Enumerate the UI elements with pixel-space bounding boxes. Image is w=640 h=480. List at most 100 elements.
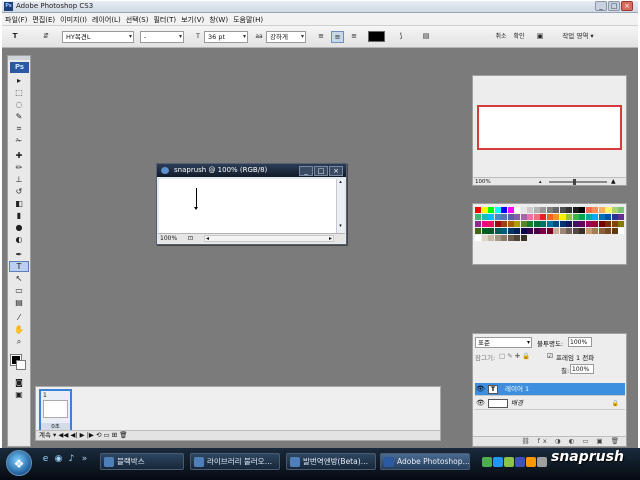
color-swatch[interactable] <box>566 221 572 227</box>
eye-icon[interactable]: 👁 <box>476 397 485 410</box>
color-swatch[interactable] <box>618 228 624 234</box>
color-swatch[interactable] <box>520 228 527 234</box>
color-swatch[interactable] <box>533 214 540 220</box>
layer-name[interactable]: 레이어 1 <box>505 383 529 396</box>
document-zoom-level[interactable]: 100% <box>160 235 177 242</box>
animation-controls[interactable]: 계속 ▾ ◀◀ ◀| ▶ |▶ ⟲ ▭ ⊞ 🗑 <box>36 430 440 440</box>
color-swatch[interactable] <box>520 214 527 220</box>
slice-tool-icon[interactable]: ✁ <box>9 135 29 146</box>
color-swatch[interactable] <box>618 221 624 227</box>
color-swatch[interactable] <box>501 228 507 234</box>
color-swatch[interactable] <box>553 214 559 220</box>
text-orientation-icon[interactable]: ⇵ <box>40 31 52 43</box>
scroll-down-icon[interactable]: ▾ <box>337 223 344 229</box>
color-swatch[interactable] <box>553 221 559 227</box>
color-swatch[interactable] <box>514 214 520 220</box>
color-swatch[interactable] <box>566 228 572 234</box>
more-icon[interactable]: » <box>79 454 90 465</box>
color-swatch[interactable] <box>488 235 494 241</box>
horizontal-scrollbar[interactable]: ◂ ▸ <box>204 235 334 242</box>
workspace-menu-button[interactable]: 작업 영역 ▾ <box>554 31 602 43</box>
notes-tool-icon[interactable]: ▤ <box>9 297 29 308</box>
menu-layer[interactable]: 레이어(L) <box>89 13 123 25</box>
color-swatch[interactable] <box>618 214 624 220</box>
color-swatch[interactable] <box>598 228 605 234</box>
color-swatch[interactable] <box>585 214 592 220</box>
color-swatch[interactable] <box>579 221 585 227</box>
color-swatch[interactable] <box>540 214 546 220</box>
color-swatch[interactable] <box>572 214 579 220</box>
navigator-zoom-value[interactable]: 100% <box>475 179 491 185</box>
music-icon[interactable]: ♪ <box>66 454 77 465</box>
color-swatches[interactable] <box>8 351 30 373</box>
color-swatch[interactable] <box>527 228 533 234</box>
color-swatch[interactable] <box>618 207 624 213</box>
color-swatch[interactable] <box>527 221 533 227</box>
minimize-icon[interactable]: _ <box>595 1 607 11</box>
fill-field[interactable]: 100% <box>570 364 594 374</box>
color-swatch[interactable] <box>481 214 488 220</box>
color-swatch[interactable] <box>501 207 507 213</box>
scroll-left-icon[interactable]: ◂ <box>206 234 209 243</box>
color-swatch[interactable] <box>572 221 579 227</box>
menu-image[interactable]: 이미지(I) <box>57 13 89 25</box>
document-title-bar[interactable]: snaprush @ 100% (RGB/8) _ □ × <box>157 164 346 177</box>
path-select-tool-icon[interactable]: ↖ <box>9 273 29 284</box>
crop-tool-icon[interactable]: ⌗ <box>9 123 29 134</box>
type-tool-icon[interactable]: T <box>9 261 29 272</box>
ie-icon[interactable]: e <box>40 454 51 465</box>
hand-tool-icon[interactable]: ✋ <box>9 324 29 335</box>
tray-icon[interactable] <box>482 457 492 467</box>
antialias-select[interactable]: 강하게 ▾ <box>266 31 306 43</box>
tool-preset-icon[interactable]: T <box>8 31 22 43</box>
brush-tool-icon[interactable]: ✏ <box>9 162 29 173</box>
color-swatch[interactable] <box>527 207 533 213</box>
color-swatch[interactable] <box>605 207 611 213</box>
color-swatch[interactable] <box>507 207 514 213</box>
maximize-icon[interactable]: □ <box>314 166 328 176</box>
menu-select[interactable]: 선택(S) <box>123 13 151 25</box>
tray-icon[interactable] <box>526 457 536 467</box>
color-swatch[interactable] <box>559 228 566 234</box>
color-swatch[interactable] <box>592 221 598 227</box>
color-swatch[interactable] <box>540 207 546 213</box>
menu-edit[interactable]: 편집(E) <box>29 13 57 25</box>
color-swatch[interactable] <box>598 221 605 227</box>
tray-icon[interactable] <box>515 457 525 467</box>
healing-tool-icon[interactable]: ✚ <box>9 150 29 161</box>
commit-edits-button[interactable]: 확인 <box>512 31 526 43</box>
color-swatch[interactable] <box>475 221 481 227</box>
color-swatch[interactable] <box>546 228 553 234</box>
color-swatch[interactable] <box>507 221 514 227</box>
color-swatch[interactable] <box>488 228 494 234</box>
zoom-tool-icon[interactable]: ⌕ <box>9 336 29 347</box>
document-window[interactable]: snaprush @ 100% (RGB/8) _ □ × ▴ ▾ 100% ⊡ ◂… <box>156 163 347 245</box>
color-swatch[interactable] <box>533 207 540 213</box>
font-family-select[interactable]: HY목견L ▾ <box>62 31 134 43</box>
cancel-edits-button[interactable]: 취소 <box>494 31 508 43</box>
color-swatch[interactable] <box>566 207 572 213</box>
tray-icon[interactable] <box>504 457 514 467</box>
color-swatch[interactable] <box>520 221 527 227</box>
color-swatch[interactable] <box>592 207 598 213</box>
color-swatch[interactable] <box>605 221 611 227</box>
taskbar-button-translator[interactable]: 발번역엔방(Beta)… <box>286 453 376 470</box>
panel-grip[interactable] <box>8 56 30 60</box>
menu-file[interactable]: 파일(F) <box>2 13 29 25</box>
marquee-tool-icon[interactable]: ⬚ <box>9 87 29 98</box>
color-swatch[interactable] <box>481 235 488 241</box>
color-swatch[interactable] <box>605 214 611 220</box>
menu-window[interactable]: 창(W) <box>206 13 230 25</box>
color-swatch[interactable] <box>533 228 540 234</box>
layers-bottom-toolbar[interactable]: ⛓ fx ◑ ◐ ▭ ▣ 🗑 <box>473 436 626 446</box>
color-swatch[interactable] <box>514 228 520 234</box>
color-swatch[interactable] <box>533 221 540 227</box>
taskbar-button-blackbox[interactable]: 블랙박스 <box>100 453 184 470</box>
eraser-tool-icon[interactable]: ◧ <box>9 198 29 209</box>
align-center-button[interactable]: ≡ <box>331 31 344 43</box>
zoom-in-icon[interactable]: ▲ <box>611 178 616 186</box>
gradient-tool-icon[interactable]: ▮ <box>9 210 29 221</box>
warp-text-icon[interactable]: ⟆ <box>395 31 407 43</box>
layer-name[interactable]: 배경 <box>511 397 523 410</box>
color-swatch[interactable] <box>579 214 585 220</box>
